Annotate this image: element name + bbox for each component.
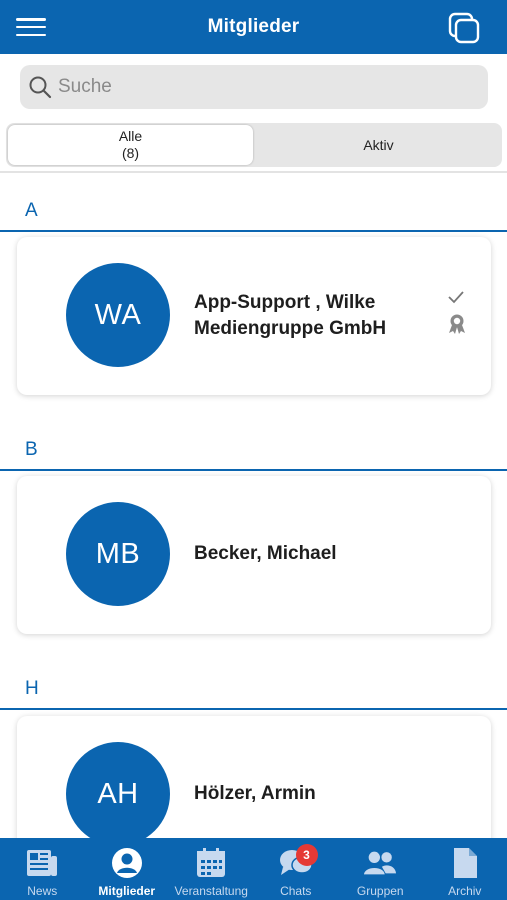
tab-alle-count: (8)	[121, 145, 140, 161]
member-name: Hölzer, Armin	[194, 783, 316, 804]
section-divider	[0, 230, 507, 232]
section-header-a: A	[25, 200, 38, 221]
nav-label: Gruppen	[356, 884, 404, 898]
nav-label: News	[27, 884, 58, 898]
tab-aktiv[interactable]: Aktiv	[256, 125, 501, 165]
nav-item-archiv[interactable]: Archiv	[423, 838, 507, 900]
nav-label: Archiv	[448, 884, 482, 898]
nav-item-news[interactable]: News	[0, 838, 85, 900]
avatar: WA	[66, 263, 170, 367]
member-card[interactable]: MB Becker, Michael	[17, 476, 491, 634]
divider	[0, 171, 507, 173]
nav-label: Mitglieder	[98, 884, 156, 898]
member-name-line1: App-Support , Wilke	[194, 292, 376, 313]
search-bar-container	[0, 54, 507, 116]
bottom-navigation: News Mitglieder Veranstaltung 3 Chats Gr…	[0, 838, 507, 900]
checkmark-icon	[448, 291, 464, 304]
section-divider	[0, 469, 507, 471]
section-header-b: B	[25, 439, 38, 460]
app-screen: Mitglieder Alle (8) Aktiv	[0, 0, 507, 900]
search-input[interactable]	[58, 76, 458, 98]
nav-item-chats[interactable]: 3 Chats	[254, 838, 339, 900]
nav-label: Chats	[280, 884, 312, 898]
tab-alle-label: Alle	[118, 128, 143, 144]
section-divider	[0, 708, 507, 710]
document-icon	[448, 846, 482, 880]
copy-icon[interactable]	[447, 11, 481, 45]
member-name-line2: Mediengruppe GmbH	[194, 318, 387, 339]
section-header-h: H	[25, 678, 39, 699]
avatar: MB	[66, 502, 170, 606]
avatar: AH	[66, 742, 170, 846]
app-header: Mitglieder	[0, 0, 507, 54]
member-name: App-Support , Wilke Mediengruppe GmbH	[194, 290, 444, 342]
hamburger-menu-icon[interactable]	[14, 14, 48, 40]
nav-label: Veranstaltung	[174, 884, 248, 898]
newspaper-icon	[25, 846, 59, 880]
user-circle-icon	[110, 846, 144, 880]
search-icon	[28, 75, 52, 99]
tab-aktiv-label: Aktiv	[363, 136, 394, 153]
group-icon	[363, 846, 397, 880]
calendar-icon	[194, 846, 228, 880]
member-card[interactable]: WA App-Support , Wilke Mediengruppe GmbH	[17, 237, 491, 395]
nav-item-gruppen[interactable]: Gruppen	[338, 838, 423, 900]
award-ribbon-icon	[449, 314, 465, 334]
nav-item-mitglieder[interactable]: Mitglieder	[85, 838, 170, 900]
search-field[interactable]	[20, 65, 488, 109]
status-icons	[447, 289, 469, 343]
member-name: Becker, Michael	[194, 543, 337, 564]
nav-item-veranstaltung[interactable]: Veranstaltung	[169, 838, 254, 900]
tab-alle[interactable]: Alle (8)	[8, 125, 253, 165]
page-title: Mitglieder	[207, 16, 300, 37]
filter-segmented-control: Alle (8) Aktiv	[6, 123, 502, 167]
unread-count-badge: 3	[295, 844, 318, 866]
